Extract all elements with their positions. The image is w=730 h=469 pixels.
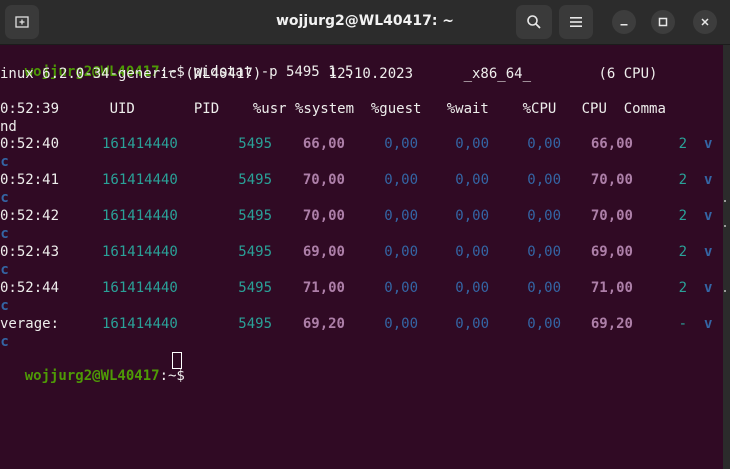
cell-time: 0:52:43	[0, 244, 60, 260]
cell-uid: 161414440	[102, 136, 178, 152]
cell-usr: 70,00	[302, 172, 345, 188]
maximize-icon	[658, 17, 668, 27]
cell-uid: 161414440	[102, 316, 178, 332]
cell-wrap: ic	[0, 262, 9, 278]
cell-cpu: 2	[678, 208, 687, 224]
cell-guest: 0,00	[455, 208, 489, 224]
system-info: inux 6.2.0-34-generic (WL40417) 12.10.20…	[0, 66, 658, 82]
menu-button[interactable]	[559, 5, 593, 39]
cell-wait: 0,00	[527, 172, 561, 188]
cell-pid: 5495	[238, 280, 272, 296]
close-icon	[701, 18, 709, 26]
cell-system: 0,00	[384, 136, 418, 152]
scrollbar[interactable]	[723, 45, 730, 469]
cell-wrap: ic	[0, 334, 9, 350]
prompt-line-2: wojjurg2@WL40417:~$	[0, 352, 193, 400]
cell-pid: 5495	[238, 172, 272, 188]
header-wrap: nd	[0, 119, 17, 135]
new-tab-button[interactable]	[5, 5, 39, 39]
cell-guest: 0,00	[455, 136, 489, 152]
maximize-button[interactable]	[651, 10, 675, 34]
cell-usr: 69,20	[302, 316, 345, 332]
cell-uid: 161414440	[102, 172, 178, 188]
minimize-icon	[620, 24, 628, 26]
scrollbar-mark	[724, 225, 726, 227]
cell-cmd: v	[704, 280, 713, 296]
cell-usr: 69,00	[302, 244, 345, 260]
cell-wait: 0,00	[527, 244, 561, 260]
close-button[interactable]	[693, 10, 717, 34]
cell-pid: 5495	[238, 244, 272, 260]
search-button[interactable]	[516, 5, 552, 39]
title-bar: wojjurg2@WL40417: ~	[0, 0, 730, 45]
cell-cmd: v	[704, 208, 713, 224]
cell-system: 0,00	[384, 316, 418, 332]
cell-wrap: ic	[0, 154, 9, 170]
cell-system: 0,00	[384, 244, 418, 260]
cell-system: 0,00	[384, 172, 418, 188]
cell-cpu-pct: 69,00	[590, 244, 633, 260]
cell-time: 0:52:44	[0, 280, 60, 296]
cell-system: 0,00	[384, 280, 418, 296]
search-icon	[527, 15, 541, 29]
cell-guest: 0,00	[455, 316, 489, 332]
cell-uid: 161414440	[102, 244, 178, 260]
terminal-cursor	[172, 352, 182, 369]
cell-cpu-pct: 70,00	[590, 208, 633, 224]
cell-pid: 5495	[238, 316, 272, 332]
cell-guest: 0,00	[455, 280, 489, 296]
cell-cmd: v	[704, 316, 713, 332]
cell-usr: 70,00	[302, 208, 345, 224]
cell-cpu: 2	[678, 172, 687, 188]
cell-cpu: 2	[678, 136, 687, 152]
cell-cmd: v	[704, 244, 713, 260]
prompt-user: wojjurg2@WL40417	[24, 368, 160, 384]
table-header: 0:52:39 UID PID %usr %system %guest %wai…	[0, 101, 666, 117]
cell-cpu-pct: 69,20	[590, 316, 633, 332]
scrollbar-mark	[724, 200, 726, 202]
cell-usr: 71,00	[302, 280, 345, 296]
cell-wait: 0,00	[527, 208, 561, 224]
cell-time: 0:52:42	[0, 208, 60, 224]
cell-cpu-pct: 70,00	[590, 172, 633, 188]
cell-cmd: v	[704, 172, 713, 188]
cell-system: 0,00	[384, 208, 418, 224]
cell-cpu-pct: 71,00	[590, 280, 633, 296]
minimize-button[interactable]	[612, 10, 636, 34]
terminal-area[interactable]: wojjurg2@WL40417:~$ pidstat -p 5495 1 5 …	[0, 45, 723, 469]
cell-time: 0:52:41	[0, 172, 60, 188]
cell-cpu: 2	[678, 280, 687, 296]
cell-uid: 161414440	[102, 280, 178, 296]
cell-wrap: ic	[0, 190, 9, 206]
cell-pid: 5495	[238, 136, 272, 152]
cell-cpu: 2	[678, 244, 687, 260]
cell-guest: 0,00	[455, 244, 489, 260]
scrollbar-mark	[724, 290, 726, 292]
cell-time: 0:52:40	[0, 136, 60, 152]
cell-cpu: -	[678, 316, 687, 332]
cell-time: verage:	[0, 316, 60, 332]
new-tab-icon	[15, 16, 29, 28]
cell-pid: 5495	[238, 208, 272, 224]
cell-wait: 0,00	[527, 136, 561, 152]
cell-guest: 0,00	[455, 172, 489, 188]
cell-wait: 0,00	[527, 316, 561, 332]
cell-wait: 0,00	[527, 280, 561, 296]
cell-wrap: ic	[0, 298, 9, 314]
cell-cmd: v	[704, 136, 713, 152]
cell-usr: 66,00	[302, 136, 345, 152]
prompt-suffix: :~$	[159, 368, 194, 384]
cell-uid: 161414440	[102, 208, 178, 224]
cell-cpu-pct: 66,00	[590, 136, 633, 152]
cell-wrap: ic	[0, 226, 9, 242]
menu-icon	[570, 17, 582, 27]
